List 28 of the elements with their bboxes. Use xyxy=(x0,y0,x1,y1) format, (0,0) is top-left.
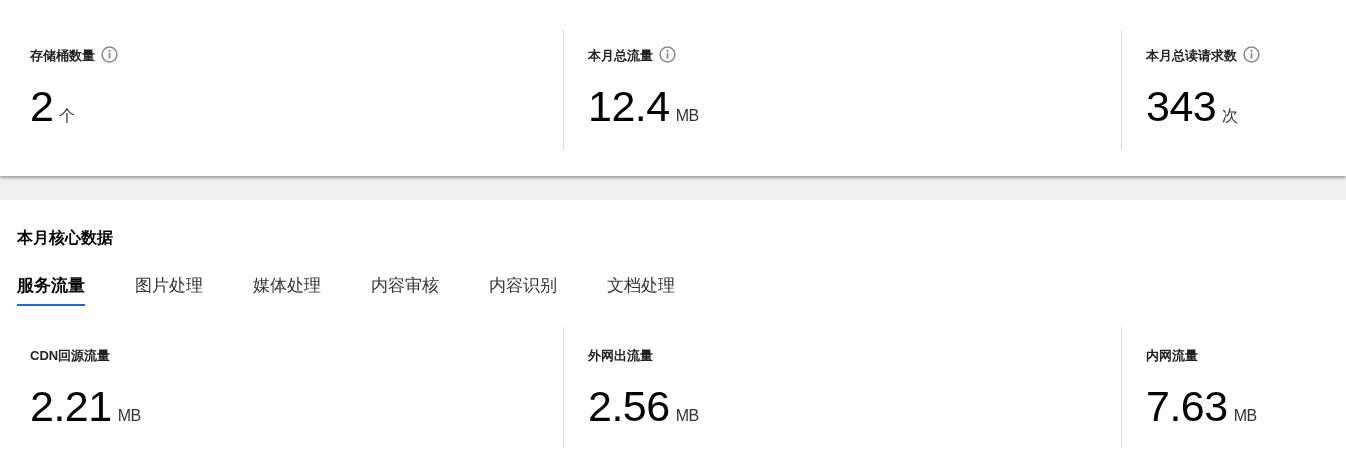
unit-label: 次 xyxy=(1222,107,1238,124)
stat-value: 2.56 xyxy=(588,382,670,430)
unit-label: MB xyxy=(117,407,141,424)
stat-label: 本月总流量 xyxy=(588,48,653,63)
tab[interactable]: 图片处理 xyxy=(135,274,203,306)
tab[interactable]: 媒体处理 xyxy=(253,274,321,306)
tab[interactable]: 服务流量 xyxy=(17,274,85,306)
stat-label: 存储桶数量 xyxy=(30,48,95,63)
tab[interactable]: 内容识别 xyxy=(489,274,557,306)
stat-value: 2 xyxy=(30,82,54,130)
info-icon[interactable] xyxy=(659,46,676,63)
tab[interactable]: 内容审核 xyxy=(371,274,439,306)
section-title: 本月核心数据 xyxy=(16,228,114,248)
unit-label: MB xyxy=(1233,407,1257,424)
stat-label: 内网流量 xyxy=(1146,348,1198,363)
stat-value: 343 xyxy=(1146,82,1217,130)
stat-value: 7.63 xyxy=(1146,382,1228,430)
unit-label: MB xyxy=(675,407,699,424)
info-icon[interactable] xyxy=(101,46,118,63)
stat-value: 2.21 xyxy=(30,382,112,430)
tab[interactable]: 文档处理 xyxy=(607,274,675,306)
info-icon[interactable] xyxy=(1243,46,1260,63)
unit-label: MB xyxy=(675,107,699,124)
stat-label: 本月总读请求数 xyxy=(1146,48,1237,63)
stat-value: 12.4 xyxy=(588,82,670,130)
unit-label: 个 xyxy=(59,107,75,124)
stat-label: CDN回源流量 xyxy=(30,348,111,363)
stat-label: 外网出流量 xyxy=(588,348,653,363)
